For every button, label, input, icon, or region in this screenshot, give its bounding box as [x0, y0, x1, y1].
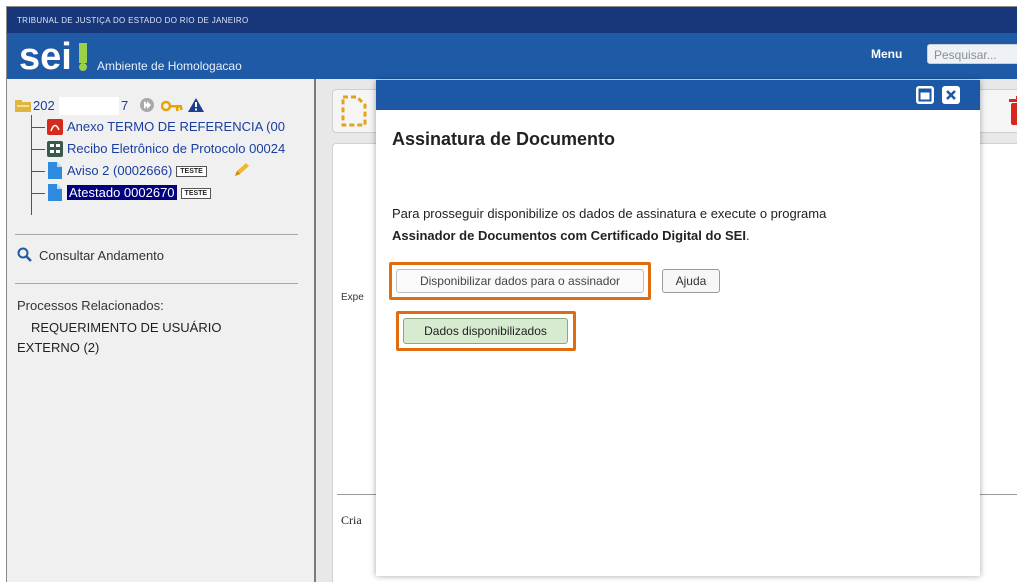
delete-icon[interactable]: [1007, 95, 1017, 127]
document-text-fragment: Cria: [341, 513, 362, 527]
consult-andamento-link[interactable]: Consultar Andamento: [17, 247, 164, 263]
modal-header: [376, 80, 980, 110]
status-badge: TESTE: [180, 188, 212, 200]
instructions-period: .: [745, 228, 750, 243]
pdf-icon: [47, 119, 63, 135]
tree-item-text-group: Atestado 0002670 TESTE: [67, 185, 212, 200]
app-window: TRIBUNAL DE JUSTIÇA DO ESTADO DO RIO DE …: [6, 6, 1017, 582]
close-button[interactable]: [942, 86, 960, 104]
environment-label: Ambiente de Homologacao: [97, 59, 242, 73]
tree-connector: [31, 127, 45, 128]
top-bar: TRIBUNAL DE JUSTIÇA DO ESTADO DO RIO DE …: [7, 7, 1017, 33]
process-tree-panel: 202 7 Anexo TERMO DE REFERENCIA (00 Reci…: [7, 79, 316, 582]
instructions-text: Para prosseguir disponibilize os dados d…: [392, 206, 827, 221]
modal-instructions: Para prosseguir disponibilize os dados d…: [392, 203, 952, 247]
header-bar: sei Ambiente de Homologacao Menu Pesquis…: [7, 33, 1017, 79]
consult-label: Consultar Andamento: [39, 248, 165, 263]
tree-item-text-group: Aviso 2 (0002666) TESTE: [67, 163, 207, 178]
process-number-redaction: [59, 97, 119, 115]
process-tree: 202 7 Anexo TERMO DE REFERENCIA (00 Reci…: [15, 85, 315, 220]
process-number-prefix: 202: [33, 98, 55, 113]
document-icon: [48, 184, 62, 201]
tree-item-label: Aviso 2 (0002666): [67, 163, 173, 178]
maximize-icon: [918, 88, 932, 102]
search-input[interactable]: Pesquisar...: [927, 44, 1017, 64]
svg-text:sei: sei: [19, 37, 72, 77]
tree-connector: [31, 193, 45, 194]
data-provided-button[interactable]: Dados disponibilizados: [403, 318, 568, 344]
document-icon: [48, 162, 62, 179]
tree-item-label: Anexo TERMO DE REFERENCIA (00: [67, 119, 285, 134]
signature-modal: Assinatura de Documento Para prosseguir …: [376, 80, 980, 576]
related-process-link[interactable]: REQUERIMENTO DE USUÁRIO EXTERNO (2): [17, 318, 277, 358]
instructions-program-name: Assinador de Documentos com Certificado …: [392, 228, 746, 243]
maximize-button[interactable]: [916, 86, 934, 104]
document-text-fragment: Expe: [341, 292, 364, 303]
tree-item-label-selected: Atestado 0002670: [67, 185, 177, 200]
search-icon: [17, 247, 32, 262]
process-number-suffix: 7: [121, 98, 129, 113]
receipt-icon: [47, 141, 63, 157]
help-button[interactable]: Ajuda: [662, 269, 720, 293]
tree-item-label: Recibo Eletrônico de Protocolo 00024: [67, 141, 286, 156]
close-icon: [946, 90, 956, 100]
menu-button[interactable]: Menu: [871, 47, 902, 61]
warning-icon[interactable]: [187, 97, 205, 113]
tree-connector: [31, 149, 45, 150]
divider: [15, 234, 298, 235]
divider: [15, 283, 298, 284]
forward-icon[interactable]: [139, 97, 155, 113]
key-icon[interactable]: [161, 99, 183, 113]
tree-connector: [31, 171, 45, 172]
related-processes-title: Processos Relacionados:: [17, 298, 164, 313]
document-action-icon[interactable]: [341, 95, 367, 127]
tribunal-name: TRIBUNAL DE JUSTIÇA DO ESTADO DO RIO DE …: [17, 16, 249, 25]
modal-title: Assinatura de Documento: [392, 129, 616, 149]
provide-data-button[interactable]: Disponibilizar dados para o assinador: [396, 269, 644, 293]
tree-connector: [31, 115, 46, 215]
folder-icon: [15, 100, 31, 112]
pencil-icon[interactable]: [233, 162, 251, 178]
sei-logo[interactable]: sei: [17, 37, 97, 77]
status-badge: TESTE: [176, 166, 207, 178]
